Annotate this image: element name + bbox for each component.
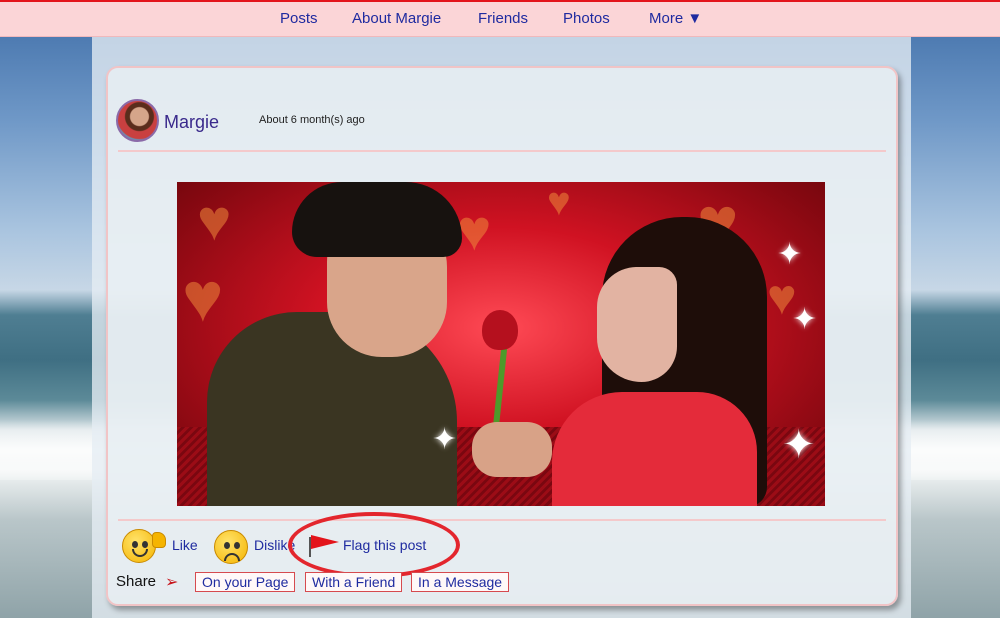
- top-nav-bar: Posts About Margie Friends Photos More ▼: [0, 0, 1000, 37]
- nav-more-dropdown[interactable]: More ▼: [649, 10, 702, 27]
- avatar[interactable]: [116, 99, 159, 142]
- man-hair: [292, 182, 462, 257]
- nav-about[interactable]: About Margie: [352, 10, 441, 27]
- share-in-message-button[interactable]: In a Message: [411, 572, 510, 592]
- sparkle-icon: ✦: [777, 238, 803, 271]
- heart-decoration: ♥: [182, 258, 224, 336]
- nav-posts[interactable]: Posts: [280, 10, 318, 27]
- share-label: Share: [116, 573, 157, 590]
- dislike-emoji-icon[interactable]: [214, 530, 248, 564]
- thumbs-up-icon: [152, 532, 166, 548]
- arrow-right-icon: ➢: [165, 574, 179, 591]
- like-button[interactable]: Like: [172, 537, 198, 553]
- share-with-friend-button[interactable]: With a Friend: [305, 572, 403, 592]
- divider: [118, 519, 886, 521]
- rose-icon: [482, 310, 518, 350]
- woman-face: [597, 267, 677, 382]
- like-emoji-icon[interactable]: [122, 529, 156, 563]
- post-timestamp: About 6 month(s) ago: [259, 114, 365, 126]
- woman-figure: [552, 392, 757, 506]
- heart-decoration: ♥: [197, 188, 232, 253]
- heart-decoration: ♥: [457, 198, 492, 263]
- sparkle-icon: ✦: [432, 423, 458, 456]
- sparkle-icon: ✦: [782, 423, 816, 467]
- nav-photos[interactable]: Photos: [563, 10, 610, 27]
- hands: [472, 422, 552, 477]
- share-on-page-button[interactable]: On your Page: [195, 572, 296, 592]
- divider: [118, 150, 886, 152]
- sparkle-icon: ✦: [792, 303, 818, 336]
- highlight-circle: [288, 512, 460, 578]
- nav-friends[interactable]: Friends: [478, 10, 528, 27]
- post-image[interactable]: ♥ ♥ ♥ ♥ ♥ ♥ ✦ ✦ ✦ ✦: [177, 182, 825, 506]
- heart-decoration: ♥: [547, 182, 571, 224]
- author-name[interactable]: Margie: [164, 112, 219, 133]
